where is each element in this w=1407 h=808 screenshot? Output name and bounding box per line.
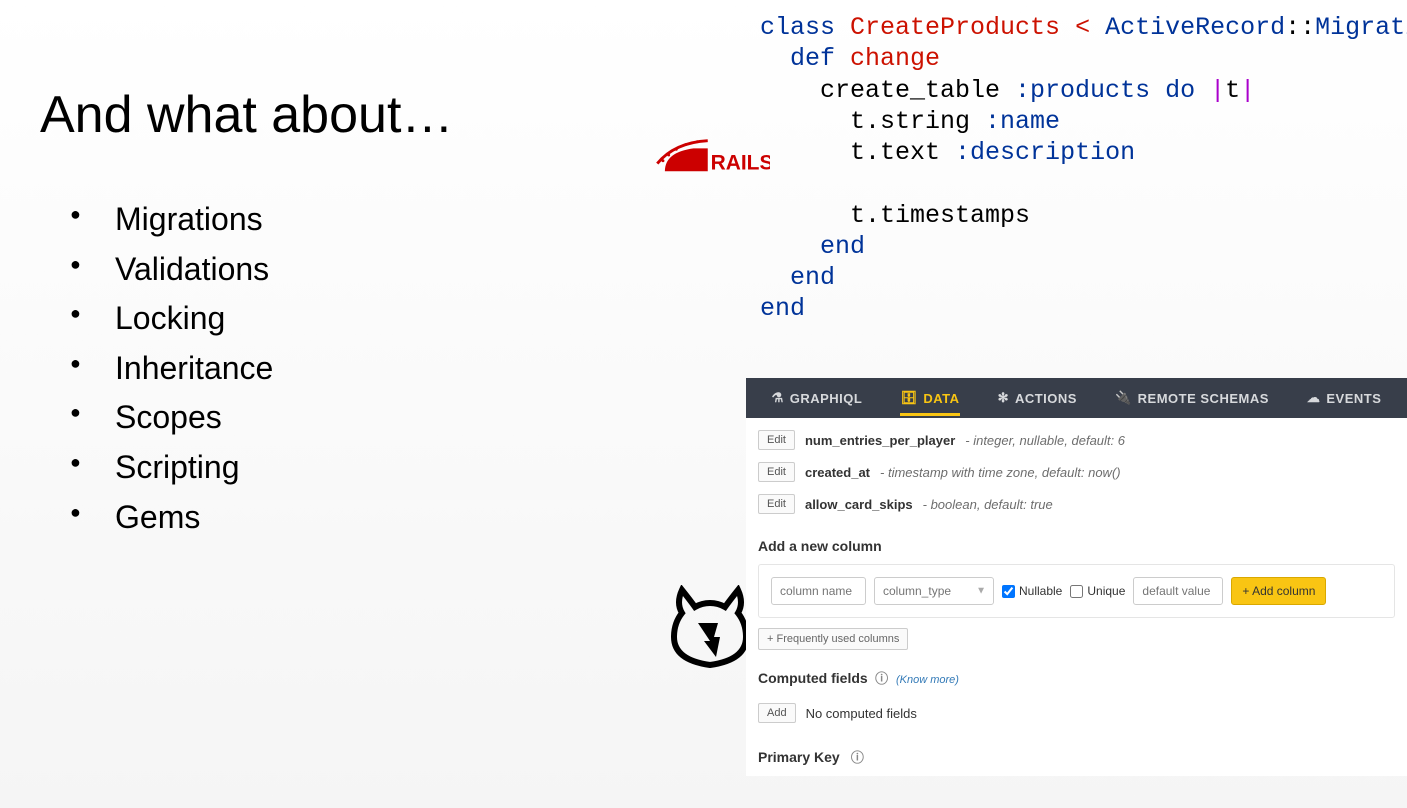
add-column-button[interactable]: + Add column: [1231, 577, 1326, 605]
tab-events[interactable]: ☁ EVENTS: [1307, 380, 1382, 416]
bullet-item: Validations: [70, 245, 273, 295]
tab-actions[interactable]: ✻ ACTIONS: [998, 380, 1077, 416]
hasura-body: Edit num_entries_per_player - integer, n…: [746, 418, 1407, 766]
code-token: <: [1075, 13, 1105, 42]
primary-key-title: Primary Key ⓘ: [758, 747, 1395, 766]
edit-button[interactable]: Edit: [758, 462, 795, 482]
column-name: num_entries_per_player: [805, 433, 955, 448]
no-computed-text: No computed fields: [806, 706, 917, 721]
bullet-list: Migrations Validations Locking Inheritan…: [70, 195, 273, 542]
know-more-link[interactable]: (Know more): [896, 674, 959, 686]
tab-label: EVENTS: [1326, 391, 1381, 406]
column-name: allow_card_skips: [805, 497, 913, 512]
tab-graphiql[interactable]: ⚗ GRAPHIQL: [772, 380, 863, 416]
column-name-input[interactable]: [771, 577, 866, 605]
unique-checkbox-label[interactable]: Unique: [1070, 584, 1125, 598]
code-token: |: [1210, 76, 1225, 105]
code-token: |: [1240, 76, 1255, 105]
tab-label: DATA: [923, 391, 959, 406]
tab-label: REMOTE SCHEMAS: [1138, 391, 1269, 406]
bullet-item: Locking: [70, 294, 273, 344]
default-value-input[interactable]: [1133, 577, 1223, 605]
column-meta: - boolean, default: true: [923, 497, 1053, 512]
gear-icon: ✻: [998, 390, 1009, 406]
column-meta: - integer, nullable, default: 6: [965, 433, 1125, 448]
add-button[interactable]: Add: [758, 703, 796, 723]
code-token: t.string: [760, 107, 985, 136]
code-token: t: [1225, 76, 1240, 105]
code-token: t.timestamps: [760, 201, 1030, 230]
code-token: end: [760, 263, 835, 292]
column-row: Edit num_entries_per_player - integer, n…: [758, 424, 1395, 456]
nullable-checkbox[interactable]: [1002, 585, 1015, 598]
code-token: :products: [1015, 76, 1165, 105]
column-meta: - timestamp with time zone, default: now…: [880, 465, 1121, 480]
hasura-panel: ⚗ GRAPHIQL 🗄 DATA ✻ ACTIONS 🔌 REMOTE SCH…: [746, 378, 1407, 776]
column-name: created_at: [805, 465, 870, 480]
bullet-item: Scopes: [70, 393, 273, 443]
bullet-item: Inheritance: [70, 344, 273, 394]
column-row: Edit allow_card_skips - boolean, default…: [758, 488, 1395, 520]
code-token: ::: [1285, 13, 1315, 42]
section-label: Primary Key: [758, 749, 840, 765]
hasura-logo: [670, 585, 750, 675]
hasura-tabbar: ⚗ GRAPHIQL 🗄 DATA ✻ ACTIONS 🔌 REMOTE SCH…: [746, 378, 1407, 418]
tab-data[interactable]: 🗄 DATA: [900, 380, 959, 416]
code-token: end: [760, 294, 805, 323]
flask-icon: ⚗: [772, 390, 784, 406]
code-token: Migration: [1315, 13, 1407, 42]
column-type-select[interactable]: [874, 577, 994, 605]
unique-checkbox[interactable]: [1070, 585, 1083, 598]
bullet-item: Gems: [70, 493, 273, 543]
tab-label: ACTIONS: [1015, 391, 1077, 406]
code-token: [760, 169, 775, 198]
code-token: t.text: [760, 138, 955, 167]
plug-icon: 🔌: [1115, 390, 1132, 406]
checkbox-text: Nullable: [1019, 584, 1062, 598]
rails-logo: RAILS: [655, 135, 770, 180]
edit-button[interactable]: Edit: [758, 430, 795, 450]
code-token: :description: [955, 138, 1135, 167]
code-token: def: [760, 44, 850, 73]
add-column-form: ▼ Nullable Unique + Add column: [758, 564, 1395, 618]
tab-label: GRAPHIQL: [790, 391, 863, 406]
nullable-checkbox-label[interactable]: Nullable: [1002, 584, 1062, 598]
checkbox-text: Unique: [1087, 584, 1125, 598]
code-token: class: [760, 13, 850, 42]
database-icon: 🗄: [900, 390, 917, 406]
edit-button[interactable]: Edit: [758, 494, 795, 514]
computed-row: Add No computed fields: [758, 697, 1395, 729]
help-icon[interactable]: ⓘ: [872, 671, 889, 686]
code-snippet: class CreateProducts < ActiveRecord::Mig…: [760, 12, 1407, 325]
code-token: :name: [985, 107, 1060, 136]
column-row: Edit created_at - timestamp with time zo…: [758, 456, 1395, 488]
code-token: ActiveRecord: [1105, 13, 1285, 42]
code-token: end: [760, 232, 865, 261]
code-token: change: [850, 44, 940, 73]
cloud-icon: ☁: [1307, 390, 1321, 406]
add-column-title: Add a new column: [758, 538, 1395, 554]
code-token: create_table: [760, 76, 1015, 105]
bullet-item: Scripting: [70, 443, 273, 493]
help-icon[interactable]: ⓘ: [844, 750, 864, 765]
frequently-used-button[interactable]: + Frequently used columns: [758, 628, 908, 650]
slide-title: And what about…: [40, 85, 453, 145]
code-token: do: [1165, 76, 1210, 105]
computed-fields-title: Computed fields ⓘ (Know more): [758, 668, 1395, 687]
section-label: Computed fields: [758, 670, 868, 686]
bullet-item: Migrations: [70, 195, 273, 245]
tab-remote-schemas[interactable]: 🔌 REMOTE SCHEMAS: [1115, 380, 1269, 416]
code-token: CreateProducts: [850, 13, 1075, 42]
